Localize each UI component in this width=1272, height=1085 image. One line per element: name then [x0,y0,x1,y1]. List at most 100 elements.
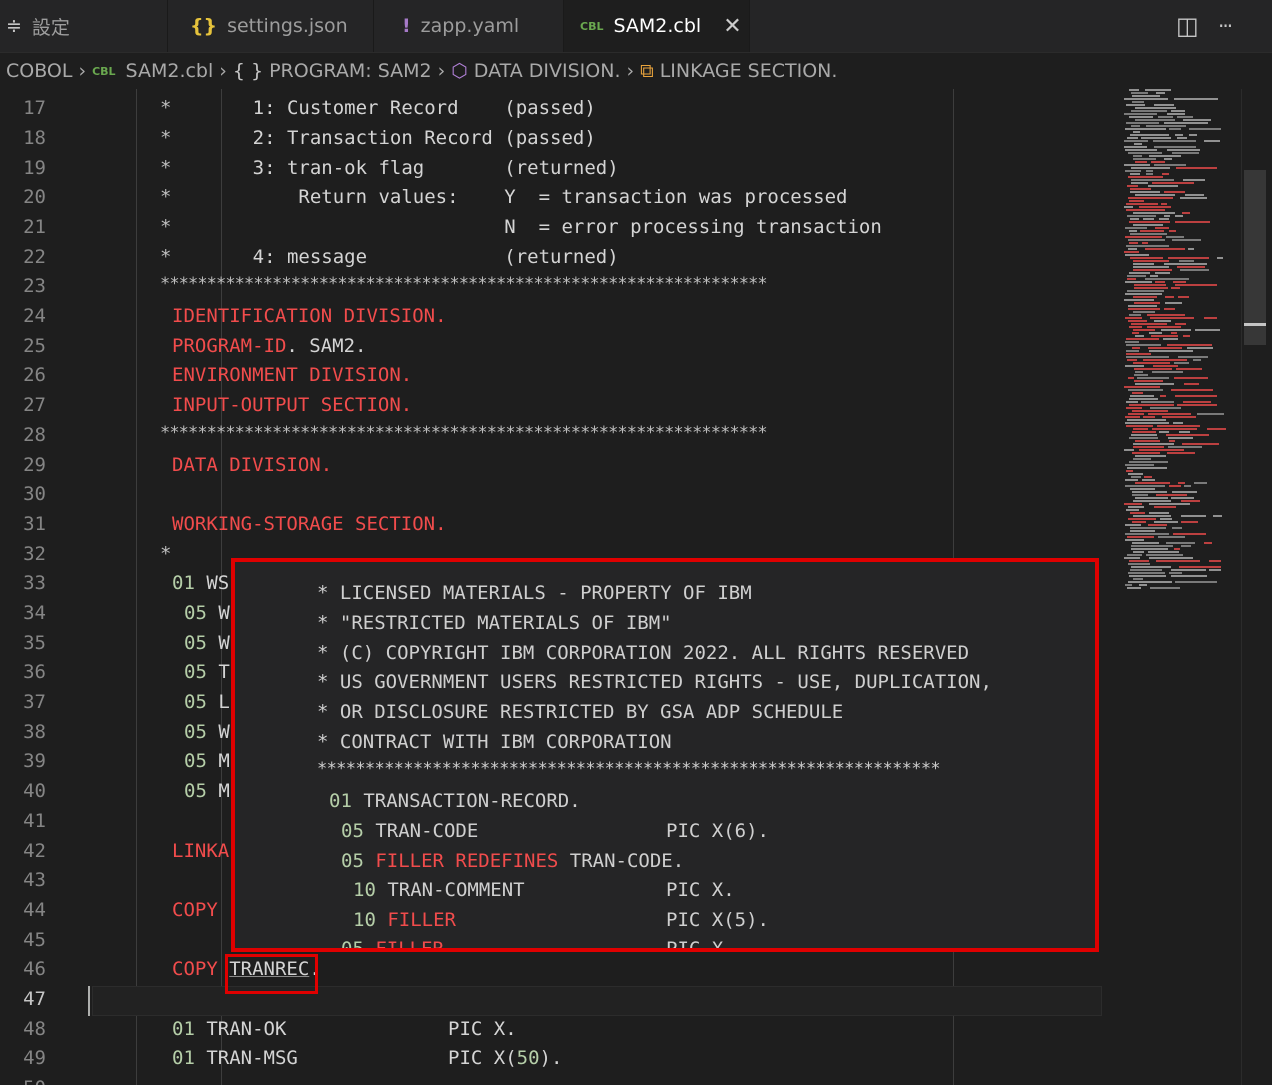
breadcrumb-root[interactable]: COBOL [6,60,72,82]
minimap-line [1207,428,1226,430]
minimap-line [1127,536,1154,538]
minimap-line [1130,233,1167,235]
minimap-line [1177,266,1205,268]
code-keyword: ENVIRONMENT DIVISION. [172,364,413,386]
split-editor-icon[interactable]: ◫ [1176,0,1199,52]
minimap-line [1173,533,1206,535]
minimap-line [1204,542,1212,544]
minimap-line [1133,428,1148,430]
minimap-line [1169,485,1181,487]
scrollbar-track [1241,89,1242,1085]
tab-bar: ≑ 設定 {} settings.json ! zapp.yaml CBL SA… [0,0,1272,53]
minimap-line [1171,497,1194,499]
minimap-line [1154,164,1186,166]
minimap-line [1126,509,1139,511]
minimap-line [1149,350,1193,352]
minimap-line [1124,113,1157,115]
close-icon[interactable]: ✕ [723,14,741,39]
cobol-file-icon: CBL [92,64,116,78]
level-number: 01 [329,790,352,812]
line-number: 33 [23,572,46,594]
minimap-line [1175,284,1217,286]
comment-marker: * [160,246,172,268]
breadcrumb-division[interactable]: DATA DIVISION. [474,60,621,82]
breadcrumb-file[interactable]: SAM2.cbl [126,60,214,82]
minimap-line [1133,551,1144,553]
minimap-line [1135,482,1170,484]
line-number: 42 [23,840,46,862]
line-number: 28 [23,424,46,446]
minimap-line [1126,470,1133,472]
minimap-line [1133,158,1156,160]
minimap-line [1193,359,1201,361]
code-comment: 2: Transaction Record (passed) [184,127,596,149]
minimap-line [1166,434,1209,436]
minimap-line [1124,98,1168,100]
minimap-line [1130,173,1140,175]
minimap-line [1125,149,1157,151]
minimap-line [1181,521,1198,523]
vertical-scrollbar-thumb[interactable] [1244,170,1266,345]
pic-clause: PIC X. [666,879,735,901]
minimap-line [1139,206,1171,208]
minimap-line [1175,581,1217,583]
minimap-line [1167,113,1185,115]
minimap-line [1188,248,1194,250]
minimap-line [1135,497,1168,499]
minimap-line [1173,422,1183,424]
minimap-line [1175,323,1186,325]
minimap-line [1125,584,1132,586]
breadcrumb-section[interactable]: LINKAGE SECTION. [660,60,838,82]
tab-settings-json[interactable]: {} settings.json [168,0,374,52]
minimap-line [1131,179,1174,181]
comment-marker: * [160,127,172,149]
minimap-line [1156,494,1187,496]
minimap-line [1197,413,1224,415]
minimap-line [1126,338,1159,340]
minimap-line [1156,92,1165,94]
minimap-line [1127,587,1141,589]
minimap-line [1189,134,1197,136]
minimap-line [1133,212,1175,214]
minimap-line [1131,548,1168,550]
minimap-line [1171,332,1177,334]
minimap[interactable] [1122,89,1230,629]
tab-settings-ui[interactable]: ≑ 設定 [0,0,168,52]
code-identifier: TRAN-MSG [194,1047,298,1069]
pic-clause: PIC X(5). [666,909,769,931]
minimap-line [1129,326,1142,328]
minimap-line [1148,413,1191,415]
minimap-line [1130,191,1160,193]
minimap-line [1133,458,1151,460]
tab-sam2-cbl[interactable]: CBL SAM2.cbl ✕ [564,0,750,52]
minimap-line [1133,266,1169,268]
minimap-line [1175,395,1217,397]
pic-clause: PIC X(6). [666,820,769,842]
minimap-line [1134,368,1172,370]
tab-zapp-yaml[interactable]: ! zapp.yaml [374,0,564,52]
level-number: 05 [184,721,207,743]
minimap-line [1213,515,1222,517]
minimap-line [1126,407,1142,409]
pic-keyword: PIC X( [448,1047,517,1069]
level-number: 10 [353,909,376,931]
minimap-line [1149,512,1169,514]
minimap-line [1135,119,1175,121]
minimap-line [1128,197,1173,199]
minimap-line [1164,263,1207,265]
field-name: TRAN-CODE [363,820,479,842]
minimap-line [1169,440,1175,442]
minimap-line [1175,215,1183,217]
minimap-line [1130,395,1154,397]
hover-tooltip[interactable]: * LICENSED MATERIALS - PROPERTY OF IBM *… [231,558,1099,952]
hover-comment: * OR DISCLOSURE RESTRICTED BY GSA ADP SC… [317,701,844,723]
more-actions-icon[interactable]: ··· [1218,0,1233,52]
minimap-line [1167,149,1200,151]
minimap-line [1174,548,1180,550]
minimap-line [1133,443,1174,445]
breadcrumb-program[interactable]: PROGRAM: SAM2 [269,60,432,82]
minimap-line [1126,425,1153,427]
minimap-line [1162,416,1196,418]
minimap-line [1179,566,1221,568]
minimap-line [1132,332,1139,334]
